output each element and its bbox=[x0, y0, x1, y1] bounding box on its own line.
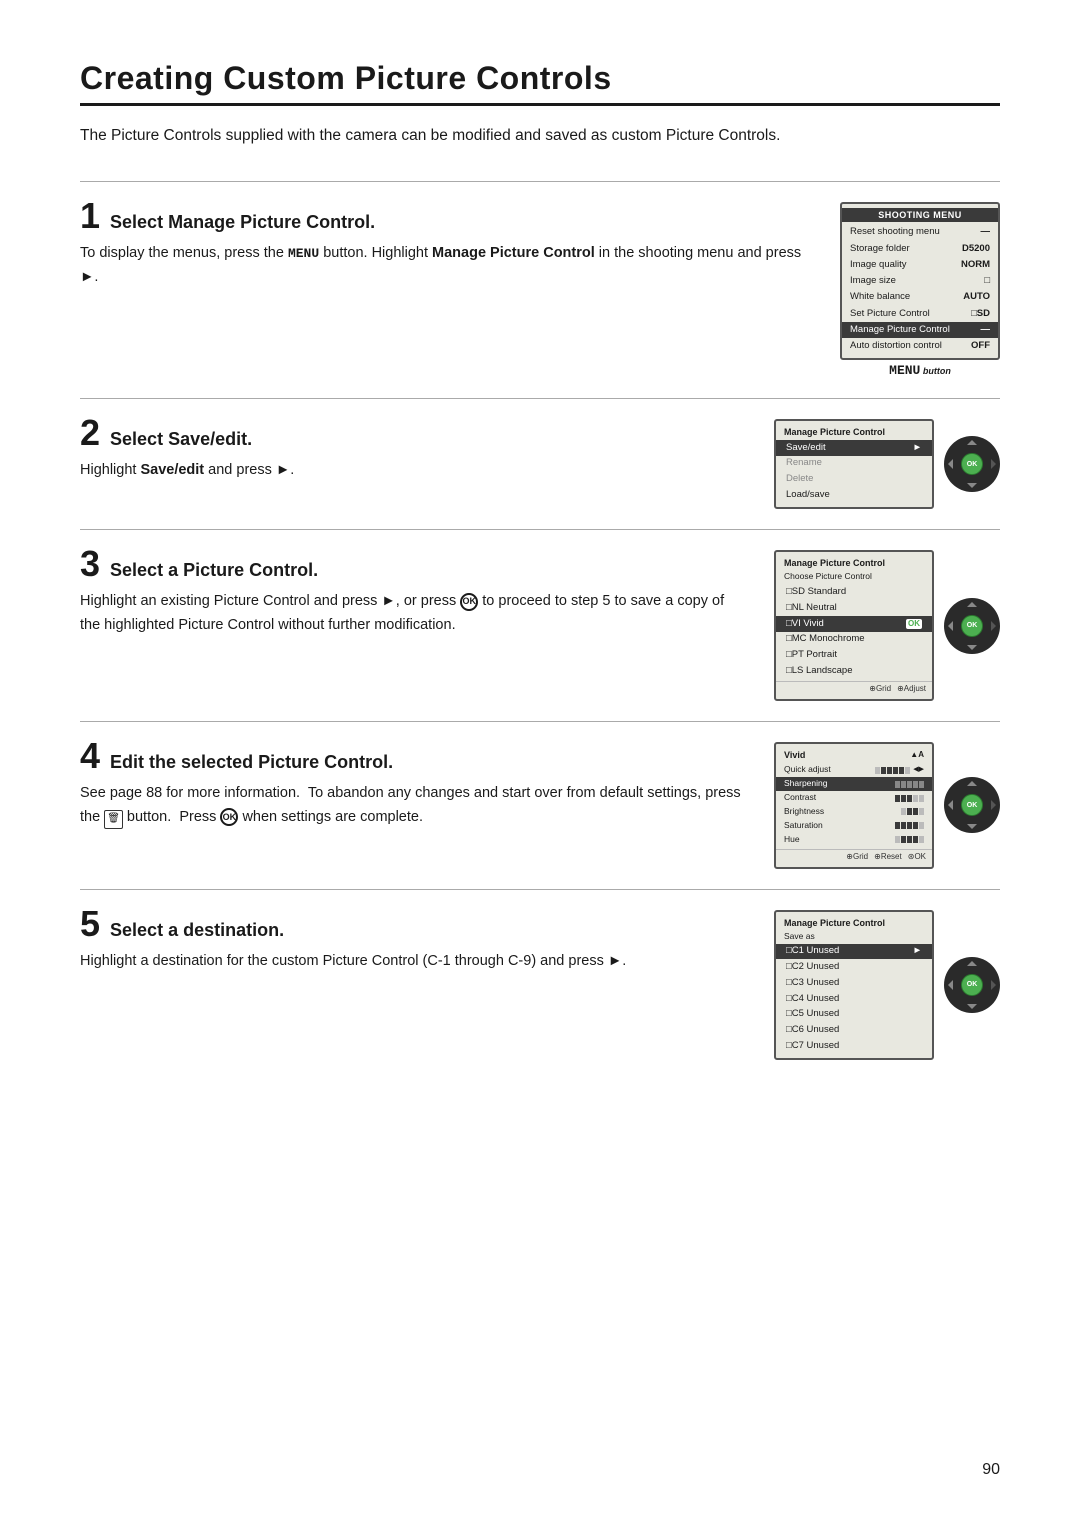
screen-3-item-5: □LS Landscape bbox=[776, 663, 932, 679]
step-2-title: Select Save/edit. bbox=[110, 429, 252, 450]
step-5: 5 Select a destination. Highlight a dest… bbox=[80, 889, 1000, 1081]
step-4-body: See page 88 for more information. To aba… bbox=[80, 782, 744, 830]
screen-1-row-3: Image size□ bbox=[842, 273, 998, 289]
screen-5-item-2: □C3 Unused bbox=[776, 975, 932, 991]
step-3-right: Manage Picture Control Choose Picture Co… bbox=[774, 550, 1000, 701]
screen-3-item-3: □MC Monochrome bbox=[776, 632, 932, 648]
screen-1-row-5: Set Picture Control□SD bbox=[842, 305, 998, 321]
step-3-heading: 3 Select a Picture Control. bbox=[80, 550, 744, 582]
ok-button-5: OK bbox=[961, 974, 983, 996]
step-1-heading: 1 Select Manage Picture Control. bbox=[80, 202, 810, 234]
step-2-heading: 2 Select Save/edit. bbox=[80, 419, 744, 451]
ok-button: OK bbox=[961, 453, 983, 475]
screen-5-item-4: □C5 Unused bbox=[776, 1007, 932, 1023]
screen-4-row-1: Sharpening bbox=[776, 777, 932, 791]
screen-4-row-3: Brightness bbox=[776, 805, 932, 819]
step-4-title: Edit the selected Picture Control. bbox=[110, 752, 393, 773]
step-1-title: Select Manage Picture Control. bbox=[110, 212, 375, 233]
step-3-body: Highlight an existing Picture Control an… bbox=[80, 590, 744, 638]
step-3-screen: Manage Picture Control Choose Picture Co… bbox=[774, 550, 934, 701]
step-4-dpad: OK bbox=[944, 777, 1000, 833]
screen-3-item-2: □VI VividOK bbox=[776, 616, 932, 632]
step-4-left: 4 Edit the selected Picture Control. See… bbox=[80, 742, 774, 830]
screen-3-item-0: □SD Standard bbox=[776, 584, 932, 600]
step-5-number: 5 bbox=[80, 906, 100, 942]
screen-4-title: Vivid ▲A bbox=[776, 748, 932, 762]
step-4-heading: 4 Edit the selected Picture Control. bbox=[80, 742, 744, 774]
step-2-left: 2 Select Save/edit. Highlight Save/edit … bbox=[80, 419, 774, 483]
step-3-title: Select a Picture Control. bbox=[110, 560, 318, 581]
step-5-left: 5 Select a destination. Highlight a dest… bbox=[80, 910, 774, 974]
step-2-number: 2 bbox=[80, 415, 100, 451]
screen-1-row-4: White balanceAUTO bbox=[842, 289, 998, 305]
screen-1-row-7: Auto distortion controlOFF bbox=[842, 338, 998, 354]
step-1-screen: SHOOTING MENU Reset shooting menu— Stora… bbox=[840, 202, 1000, 360]
screen-5-item-1: □C2 Unused bbox=[776, 959, 932, 975]
step-2: 2 Select Save/edit. Highlight Save/edit … bbox=[80, 398, 1000, 529]
screen-5-item-0: □C1 Unused► bbox=[776, 944, 932, 960]
screen-4-footer: ⊕Grid⊕Reset⊛OK bbox=[776, 849, 932, 863]
step-5-body: Highlight a destination for the custom P… bbox=[80, 950, 744, 974]
step-4-number: 4 bbox=[80, 738, 100, 774]
step-5-dpad: OK bbox=[944, 957, 1000, 1013]
page-number: 90 bbox=[982, 1461, 1000, 1479]
screen-1-row-6: Manage Picture Control— bbox=[842, 322, 998, 338]
step-4-screen: Vivid ▲A Quick adjust ◀▶ Sharpening bbox=[774, 742, 934, 868]
screen-3-subtitle: Choose Picture Control bbox=[776, 571, 932, 583]
screen-2-item-3: Load/save bbox=[776, 488, 932, 504]
screen-3-item-4: □PT Portrait bbox=[776, 648, 932, 664]
step-1-caption: MENU button bbox=[889, 363, 951, 378]
step-1-left: 1 Select Manage Picture Control. To disp… bbox=[80, 202, 840, 290]
screen-5-item-3: □C4 Unused bbox=[776, 991, 932, 1007]
screen-3-footer: ⊕Grid⊕Adjust bbox=[776, 681, 932, 695]
step-4-right: Vivid ▲A Quick adjust ◀▶ Sharpening bbox=[774, 742, 1000, 868]
screen-1-row-2: Image qualityNORM bbox=[842, 256, 998, 272]
step-3-number: 3 bbox=[80, 546, 100, 582]
screen-1-title: SHOOTING MENU bbox=[842, 208, 998, 222]
page-title: Creating Custom Picture Controls bbox=[80, 60, 1000, 106]
screen-3-title: Manage Picture Control bbox=[776, 556, 932, 570]
step-3-left: 3 Select a Picture Control. Highlight an… bbox=[80, 550, 774, 638]
screen-1-row-0: Reset shooting menu— bbox=[842, 224, 998, 240]
step-5-heading: 5 Select a destination. bbox=[80, 910, 744, 942]
step-4: 4 Edit the selected Picture Control. See… bbox=[80, 721, 1000, 888]
step-1: 1 Select Manage Picture Control. To disp… bbox=[80, 181, 1000, 398]
step-5-right: Manage Picture Control Save as □C1 Unuse… bbox=[774, 910, 1000, 1061]
step-5-screen: Manage Picture Control Save as □C1 Unuse… bbox=[774, 910, 934, 1061]
screen-4-row-0: Quick adjust ◀▶ bbox=[776, 763, 932, 777]
step-3-dpad: OK bbox=[944, 598, 1000, 654]
screen-2-item-2: Delete bbox=[776, 472, 932, 488]
steps-container: 1 Select Manage Picture Control. To disp… bbox=[80, 181, 1000, 1081]
screen-1-row-1: Storage folderD5200 bbox=[842, 240, 998, 256]
step-2-body: Highlight Save/edit and press ►. bbox=[80, 459, 744, 483]
screen-2-item-0: Save/edit► bbox=[776, 440, 932, 456]
screen-4-row-2: Contrast bbox=[776, 791, 932, 805]
screen-2-item-1: Rename bbox=[776, 456, 932, 472]
step-2-screen: Manage Picture Control Save/edit► Rename… bbox=[774, 419, 934, 509]
step-5-title: Select a destination. bbox=[110, 920, 284, 941]
step-1-right: SHOOTING MENU Reset shooting menu— Stora… bbox=[840, 202, 1000, 378]
screen-5-item-6: □C7 Unused bbox=[776, 1039, 932, 1055]
screen-4-row-5: Hue bbox=[776, 833, 932, 847]
screen-5-title: Manage Picture Control bbox=[776, 916, 932, 930]
screen-5-subtitle: Save as bbox=[776, 931, 932, 943]
screen-4-row-4: Saturation bbox=[776, 819, 932, 833]
intro-paragraph: The Picture Controls supplied with the c… bbox=[80, 124, 1000, 149]
step-1-number: 1 bbox=[80, 198, 100, 234]
step-2-dpad: OK bbox=[944, 436, 1000, 492]
ok-button-3: OK bbox=[961, 615, 983, 637]
screen-3-item-1: □NL Neutral bbox=[776, 600, 932, 616]
step-3: 3 Select a Picture Control. Highlight an… bbox=[80, 529, 1000, 721]
screen-5-item-5: □C6 Unused bbox=[776, 1023, 932, 1039]
step-1-body: To display the menus, press the MENU but… bbox=[80, 242, 810, 290]
screen-2-title: Manage Picture Control bbox=[776, 425, 932, 439]
ok-button-4: OK bbox=[961, 794, 983, 816]
step-2-right: Manage Picture Control Save/edit► Rename… bbox=[774, 419, 1000, 509]
